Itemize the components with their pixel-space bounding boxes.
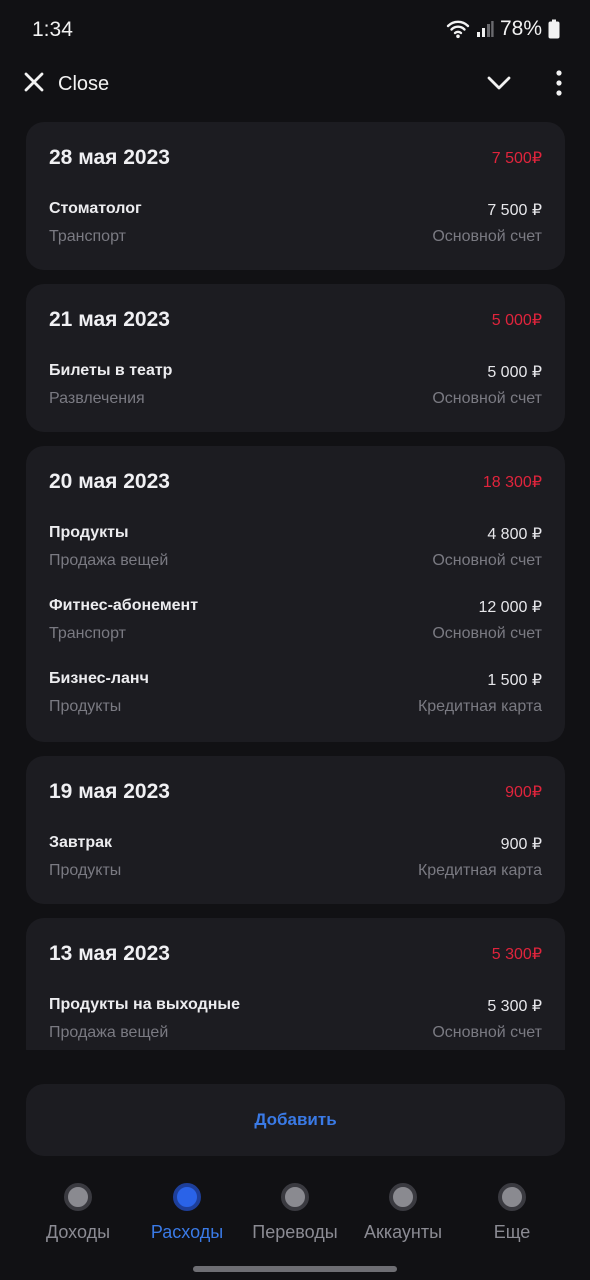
transaction-amount: 5 000 ₽ <box>487 364 542 381</box>
top-header: Close <box>0 62 590 106</box>
battery-icon <box>548 19 560 39</box>
transaction-account: Основной счет <box>432 228 542 245</box>
close-button[interactable]: Close <box>22 70 109 99</box>
group-total: 18 300₽ <box>482 474 542 491</box>
date-group-header: 28 мая 2023 7 500₽ <box>49 146 542 176</box>
group-date: 13 мая 2023 <box>49 942 170 965</box>
wifi-icon <box>446 19 470 39</box>
date-group-header: 20 мая 2023 18 300₽ <box>49 470 542 500</box>
group-date: 19 мая 2023 <box>49 780 170 803</box>
tab-accounts-icon <box>389 1183 417 1211</box>
home-indicator[interactable] <box>193 1266 397 1272</box>
transaction-row[interactable]: Стоматолог 7 500 ₽ Транспорт Основной сч… <box>49 200 542 252</box>
transaction-category: Продажа вещей <box>49 1024 169 1041</box>
group-total: 5 300₽ <box>491 946 542 963</box>
transaction-amount: 4 800 ₽ <box>487 526 542 543</box>
tab-expenses-icon <box>173 1183 201 1211</box>
transaction-category: Продукты <box>49 862 122 879</box>
transaction-name: Бизнес-ланч <box>49 670 149 687</box>
battery-percent: 78% <box>499 17 542 40</box>
tab-accounts[interactable]: Аккаунты <box>348 1176 458 1248</box>
more-options-button[interactable] <box>556 70 562 101</box>
chevron-down-icon <box>486 76 512 98</box>
close-icon <box>22 70 46 99</box>
tab-expenses[interactable]: Расходы <box>132 1176 242 1248</box>
date-group-header: 13 мая 2023 5 300₽ <box>49 942 542 972</box>
expense-list[interactable]: 28 мая 2023 7 500₽ Стоматолог 7 500 ₽ Тр… <box>26 122 565 1050</box>
date-group-header: 21 мая 2023 5 000₽ <box>49 308 542 338</box>
transaction-category: Продукты <box>49 698 122 715</box>
close-label: Close <box>58 73 110 95</box>
add-expense-button[interactable]: Добавить <box>26 1084 565 1156</box>
tab-transfers[interactable]: Переводы <box>240 1176 350 1248</box>
transaction-amount: 5 300 ₽ <box>487 998 542 1015</box>
more-vertical-icon <box>556 70 562 100</box>
transaction-name: Завтрак <box>49 834 113 851</box>
transaction-row[interactable]: Билеты в театр 5 000 ₽ Развлечения Основ… <box>49 362 542 414</box>
date-group-header: 19 мая 2023 900₽ <box>49 780 542 810</box>
transaction-row[interactable]: Фитнес-абонемент 12 000 ₽ Транспорт Осно… <box>49 597 542 649</box>
tab-income-icon <box>64 1183 92 1211</box>
group-total: 7 500₽ <box>491 150 542 167</box>
tab-more-icon <box>498 1183 526 1211</box>
transaction-amount: 7 500 ₽ <box>487 202 542 219</box>
transaction-account: Кредитная карта <box>417 698 542 715</box>
collapse-button[interactable] <box>486 72 512 99</box>
status-time: 1:34 <box>32 18 73 41</box>
transaction-category: Развлечения <box>49 390 145 407</box>
date-group-card[interactable]: 28 мая 2023 7 500₽ Стоматолог 7 500 ₽ Тр… <box>26 122 565 270</box>
transaction-account: Основной счет <box>432 390 542 407</box>
transaction-account: Основной счет <box>432 1024 542 1041</box>
status-icons: 78% <box>446 17 560 41</box>
transaction-account: Основной счет <box>432 625 542 642</box>
transaction-name: Продукты <box>49 524 129 541</box>
transaction-row[interactable]: Завтрак 900 ₽ Продукты Кредитная карта <box>49 834 542 886</box>
transaction-amount: 1 500 ₽ <box>487 672 542 689</box>
transaction-amount: 12 000 ₽ <box>478 599 542 616</box>
date-group-card[interactable]: 13 мая 2023 5 300₽ Продукты на выходные … <box>26 918 565 1050</box>
status-bar: 1:34 78% <box>0 0 590 62</box>
bottom-tab-bar: Доходы Расходы Переводы Аккаунты Еще <box>0 1176 590 1256</box>
transaction-name: Продукты на выходные <box>49 996 240 1013</box>
group-total: 900₽ <box>505 784 542 801</box>
date-group-card[interactable]: 19 мая 2023 900₽ Завтрак 900 ₽ Продукты … <box>26 756 565 904</box>
transaction-name: Фитнес-абонемент <box>49 597 199 614</box>
transaction-row[interactable]: Продукты на выходные 5 300 ₽ Продажа вещ… <box>49 996 542 1048</box>
date-group-card[interactable]: 20 мая 2023 18 300₽ Продукты 4 800 ₽ Про… <box>26 446 565 742</box>
tab-more[interactable]: Еще <box>457 1176 567 1248</box>
transaction-row[interactable]: Продукты 4 800 ₽ Продажа вещей Основной … <box>49 524 542 576</box>
group-date: 21 мая 2023 <box>49 308 170 331</box>
transaction-category: Продажа вещей <box>49 552 169 569</box>
transaction-name: Билеты в театр <box>49 362 173 379</box>
transaction-amount: 900 ₽ <box>500 836 542 853</box>
add-button-label: Добавить <box>254 1110 337 1129</box>
transaction-category: Транспорт <box>49 228 126 245</box>
date-group-card[interactable]: 21 мая 2023 5 000₽ Билеты в театр 5 000 … <box>26 284 565 432</box>
signal-icon <box>476 20 494 38</box>
group-total: 5 000₽ <box>491 312 542 329</box>
group-date: 28 мая 2023 <box>49 146 170 169</box>
transaction-account: Основной счет <box>432 552 542 569</box>
transaction-row[interactable]: Бизнес-ланч 1 500 ₽ Продукты Кредитная к… <box>49 670 542 722</box>
group-date: 20 мая 2023 <box>49 470 170 493</box>
tab-label: Еще <box>493 1222 531 1242</box>
tab-income[interactable]: Доходы <box>23 1176 133 1248</box>
transaction-name: Стоматолог <box>49 200 142 217</box>
tab-transfers-icon <box>281 1183 309 1211</box>
transaction-account: Кредитная карта <box>417 862 542 879</box>
transaction-category: Транспорт <box>49 625 126 642</box>
